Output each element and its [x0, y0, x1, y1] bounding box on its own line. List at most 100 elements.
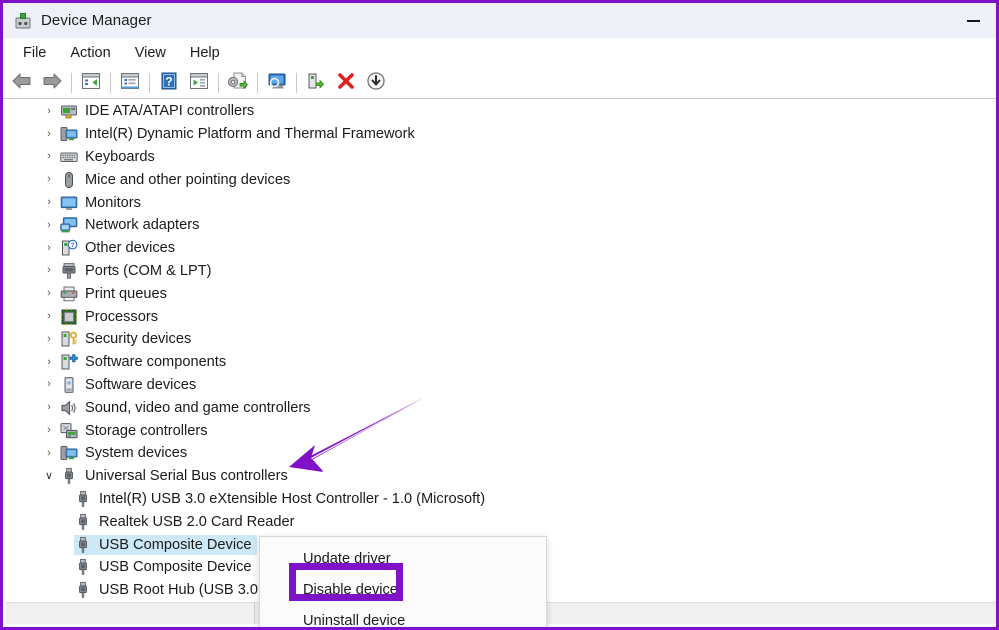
ide-controller-icon — [60, 102, 78, 120]
ctx-disable-device[interactable]: Disable device — [260, 574, 546, 605]
tree-row[interactable]: › Keyboards — [6, 146, 996, 169]
show-hide-action-pane-icon — [188, 71, 210, 96]
tree-row[interactable]: › ? Other devices — [6, 237, 996, 260]
show-hide-action-pane-button[interactable] — [184, 70, 214, 96]
window-title: Device Manager — [41, 12, 152, 29]
tree-row[interactable]: › Intel(R) Dynamic Platform and Thermal … — [6, 123, 996, 146]
context-menu: Update driver Disable device Uninstall d… — [259, 536, 547, 628]
toolbar-separator — [110, 73, 111, 93]
tree-row[interactable]: › Sound, video and game controllers — [6, 396, 996, 419]
chevron-right-icon[interactable]: › — [38, 447, 60, 459]
tree-row[interactable]: › Security devices — [6, 328, 996, 351]
toolbar-separator — [296, 73, 297, 93]
title-bar: Device Manager — [3, 3, 996, 38]
show-hide-console-tree-icon — [119, 71, 141, 96]
tree-row[interactable]: › Ports (COM & LPT) — [6, 260, 996, 283]
help-button[interactable]: ? — [154, 70, 184, 96]
svg-text:?: ? — [71, 242, 75, 249]
chevron-right-icon[interactable]: › — [38, 425, 60, 436]
keyboard-icon — [60, 148, 78, 166]
tree-row[interactable]: › Print queues — [6, 282, 996, 305]
mouse-icon — [60, 171, 78, 189]
ctx-uninstall-device[interactable]: Uninstall device — [260, 605, 546, 628]
chevron-right-icon[interactable]: › — [38, 219, 60, 231]
tree-row[interactable]: › Software components — [6, 351, 996, 374]
uninstall-device-button[interactable] — [331, 70, 361, 96]
chevron-right-icon[interactable]: › — [38, 128, 60, 140]
tree-row-label: Sound, video and game controllers — [85, 399, 311, 416]
tree-row[interactable]: › System devices — [6, 442, 996, 465]
tree-row-label: USB Root Hub (USB 3.0 — [99, 582, 258, 599]
help-icon: ? — [159, 71, 179, 96]
speaker-icon — [60, 399, 78, 417]
scan-for-hardware-changes-icon — [265, 71, 289, 96]
processor-icon — [60, 308, 78, 326]
chevron-right-icon[interactable]: › — [38, 356, 60, 368]
device-manager-window: Device Manager File Action View Help ? ›… — [0, 0, 999, 630]
status-cell-left — [6, 603, 255, 624]
menu-help[interactable]: Help — [178, 41, 232, 65]
chevron-right-icon[interactable]: › — [38, 333, 60, 345]
chevron-right-icon[interactable]: › — [38, 402, 60, 413]
window-controls — [950, 3, 996, 38]
back-arrow-icon — [11, 72, 33, 95]
properties-button[interactable] — [76, 70, 106, 96]
tree-row-label: IDE ATA/ATAPI controllers — [85, 103, 255, 120]
usb-icon — [74, 536, 92, 554]
update-driver-icon — [226, 71, 250, 96]
menu-bar: File Action View Help — [3, 38, 996, 68]
tree-row-label: Realtek USB 2.0 Card Reader — [99, 513, 295, 530]
security-device-icon — [60, 330, 78, 348]
menu-file[interactable]: File — [11, 41, 58, 65]
disable-device-button[interactable] — [361, 70, 391, 96]
chevron-right-icon[interactable]: › — [38, 311, 60, 322]
tree-row[interactable]: › Storage controllers — [6, 419, 996, 442]
tree-row[interactable]: › Network adapters — [6, 214, 996, 237]
chevron-right-icon[interactable]: › — [38, 151, 60, 162]
minimize-icon — [966, 19, 980, 22]
back-button[interactable] — [7, 70, 37, 96]
network-adapter-icon — [60, 216, 78, 234]
chevron-right-icon[interactable]: › — [38, 197, 60, 208]
chevron-right-icon[interactable]: › — [38, 242, 60, 254]
tree-row-label: USB Composite Device — [99, 559, 252, 576]
tree-row[interactable]: › IDE ATA/ATAPI controllers — [6, 100, 996, 123]
scan-for-hardware-changes-button[interactable] — [262, 70, 292, 96]
menu-action[interactable]: Action — [58, 41, 122, 65]
tree-row-label: Intel(R) USB 3.0 eXtensible Host Control… — [99, 490, 486, 507]
chevron-right-icon[interactable]: › — [38, 174, 60, 185]
tree-row-label: Other devices — [85, 240, 176, 257]
usb-icon — [74, 513, 92, 531]
port-icon — [60, 262, 78, 280]
enable-device-button[interactable] — [301, 70, 331, 96]
tree-row[interactable]: Intel(R) USB 3.0 eXtensible Host Control… — [6, 488, 996, 511]
forward-button[interactable] — [37, 70, 67, 96]
update-driver-button[interactable] — [223, 70, 253, 96]
tree-row-label: Software components — [85, 354, 227, 371]
tree-row[interactable]: Realtek USB 2.0 Card Reader — [6, 510, 996, 533]
show-hide-console-tree-button[interactable] — [115, 70, 145, 96]
tree-row-label: System devices — [85, 445, 188, 462]
chevron-down-icon[interactable]: ∨ — [38, 470, 60, 482]
tree-row[interactable]: › Software devices — [6, 374, 996, 397]
chevron-right-icon[interactable]: › — [38, 265, 60, 276]
tree-row-label: Security devices — [85, 331, 192, 348]
chevron-right-icon[interactable]: › — [38, 288, 60, 299]
tree-row-label: Network adapters — [85, 217, 200, 234]
usb-icon — [74, 558, 92, 576]
tree-row[interactable]: › Monitors — [6, 191, 996, 214]
software-component-icon — [60, 353, 78, 371]
tree-row-label: Mice and other pointing devices — [85, 171, 291, 188]
ctx-update-driver[interactable]: Update driver — [260, 543, 546, 574]
tree-row[interactable]: ∨ Universal Serial Bus controllers — [6, 465, 996, 488]
chevron-right-icon[interactable]: › — [38, 105, 60, 117]
tree-row[interactable]: › Processors — [6, 305, 996, 328]
menu-view[interactable]: View — [123, 41, 178, 65]
toolbar-separator — [218, 73, 219, 93]
minimize-button[interactable] — [950, 3, 996, 38]
tree-row-label: Universal Serial Bus controllers — [85, 468, 288, 485]
other-device-icon: ? — [60, 239, 78, 257]
tree-row-label: Ports (COM & LPT) — [85, 262, 212, 279]
chevron-right-icon[interactable]: › — [38, 379, 60, 390]
tree-row[interactable]: › Mice and other pointing devices — [6, 168, 996, 191]
